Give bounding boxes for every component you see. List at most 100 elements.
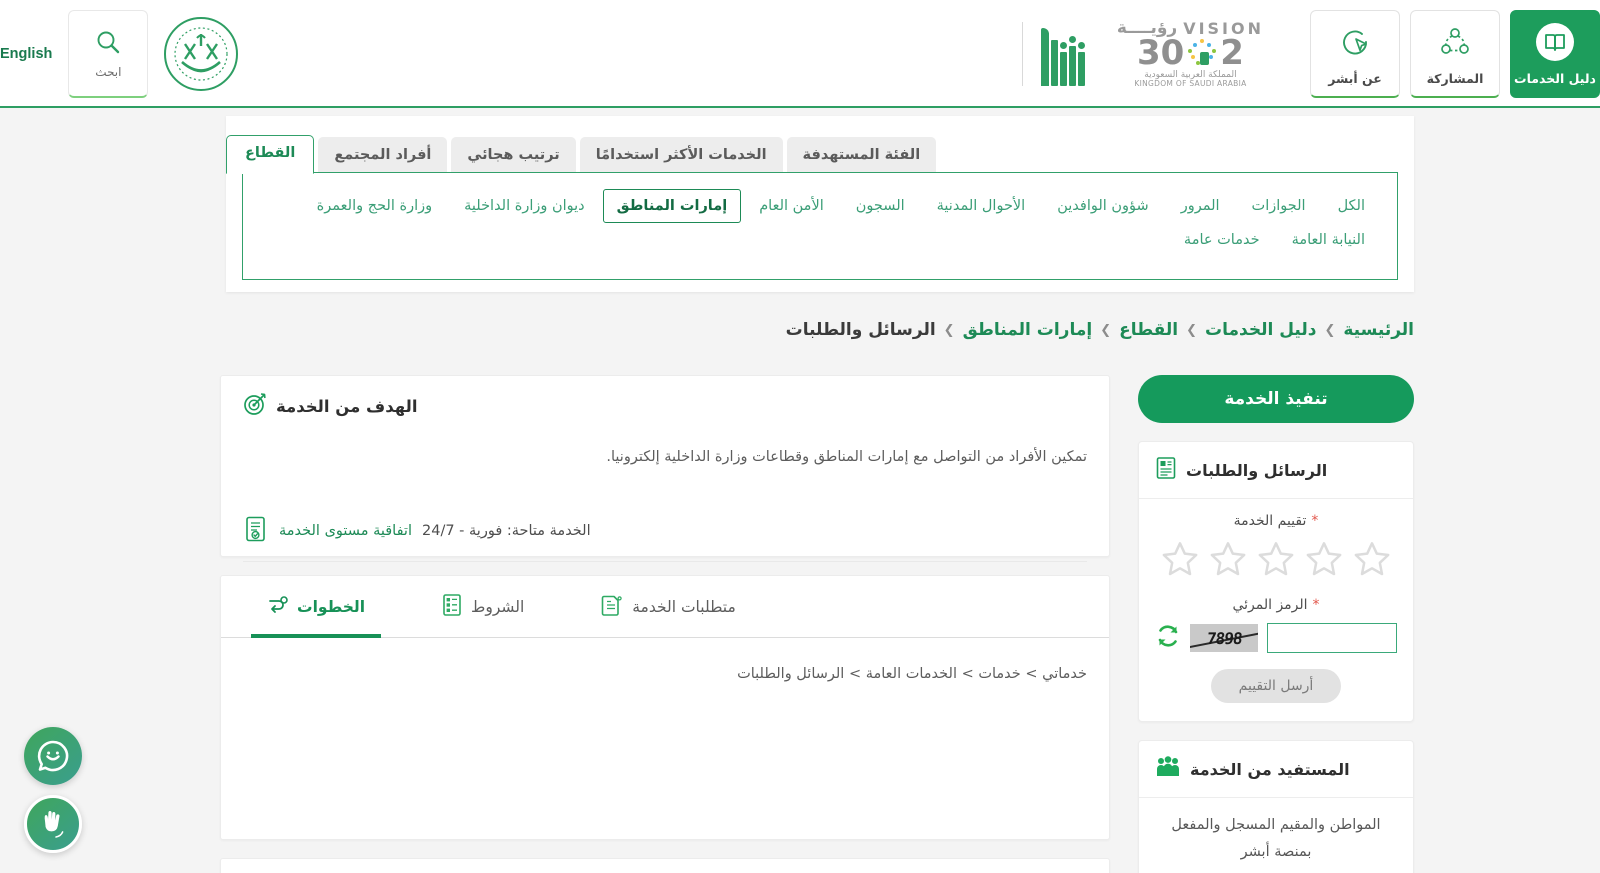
service-filter-panel: القطاع أفراد المجتمع ترتيب هجائي الخدمات… [226,116,1414,292]
sla-title[interactable]: اتفاقية مستوى الخدمة [279,523,412,539]
refresh-icon[interactable] [1155,623,1181,653]
breadcrumb-separator-icon: ❯ [1324,322,1336,338]
service-rating-card-header: الرسائل والطلبات [1139,442,1413,499]
tab-service-requirements[interactable]: متطلبات الخدمة [562,576,774,637]
floating-action-buttons [24,727,82,863]
smiley-chat-icon [37,740,69,772]
service-goal-description: تمكين الأفراد من التواصل مع إمارات المنا… [606,449,1087,465]
nav-button-services-guide[interactable]: دليل الخدمات [1510,10,1600,98]
star-icon-5[interactable] [1351,539,1393,579]
search-icon [97,31,120,53]
page-root: ابحث English دليل الخدمات المشاركة عن أب… [0,0,1600,873]
saudi-arabia-emblem [164,17,239,91]
service-details-tabs-panel: الخطوات الشروط متطلبات الخدمة خدماتي > خ… [220,575,1110,840]
service-goal-panel: الهدف من الخدمة تمكين الأفراد من التواصل… [220,375,1110,563]
breadcrumb-item-current: الرسائل والطلبات [785,320,936,340]
captcha-field-label: الرمز المرئي * [1232,597,1320,613]
breadcrumb-separator-icon: ❯ [943,322,955,338]
service-rating-card-body: تقييم الخدمة * الرمز المرئي * 7898 أرسل … [1139,499,1413,721]
filter-tab-community-members[interactable]: أفراد المجتمع [318,136,448,174]
sector-filter-box: الكل الجوازات المرور شؤون الوافدين الأحو… [242,172,1398,280]
captcha-input[interactable] [1267,623,1397,653]
sector-list-row-1: الكل الجوازات المرور شؤون الوافدين الأحو… [261,189,1379,224]
sector-item-prisons[interactable]: السجون [842,189,919,223]
header-left-group: ابحث English [0,0,420,108]
share-network-icon [1441,27,1469,54]
rating-field-label: تقييم الخدمة * [1233,513,1319,529]
target-icon [243,392,267,420]
chat-bot-button[interactable] [24,727,82,785]
beneficiary-card-title: المستفيد من الخدمة [1190,759,1350,779]
service-steps-path: خدماتي > خدمات > الخدمات العامة > الرسائ… [737,666,1087,682]
header-right-group: دليل الخدمات المشاركة عن أبشر VISION رؤي… [1021,0,1600,108]
header-nav-buttons: دليل الخدمات المشاركة عن أبشر [1310,10,1600,98]
vision-kingdom-english: KINGDOM OF SAUDI ARABIA [1134,79,1247,89]
star-icon-4[interactable] [1303,539,1345,579]
sector-item-regional-emirates[interactable]: إمارات المناطق [602,189,742,224]
nav-button-about-absher[interactable]: عن أبشر [1310,10,1400,98]
sector-item-public-prosecution[interactable]: النيابة العامة [1278,223,1379,257]
sector-item-traffic[interactable]: المرور [1167,189,1234,223]
search-button[interactable]: ابحث [68,10,149,98]
nav-button-participation[interactable]: المشاركة [1410,10,1500,98]
form-document-icon [1155,456,1177,484]
sla-row: اتفاقية مستوى الخدمة الخدمة متاحة: فورية… [243,515,1087,563]
faq-panel[interactable]: الأسئلة الشائعة [220,858,1110,873]
vision-year: 2 30 [1136,33,1244,74]
language-toggle[interactable]: English [0,46,52,62]
tab-steps-label: الخطوات [297,597,366,616]
main-content: الهدف من الخدمة تمكين الأفراد من التواصل… [220,375,1110,873]
filter-tab-most-used[interactable]: الخدمات الأكثر استخدامًا [579,136,783,174]
required-mark: * [1312,597,1320,613]
star-icon-3[interactable] [1255,539,1297,579]
sector-item-expat-affairs[interactable]: شؤون الوافدين [1043,189,1162,223]
beneficiary-card: المستفيد من الخدمة المواطن والمقيم المسج… [1138,740,1414,873]
beneficiary-card-text: المواطن والمقيم المسجل والمفعل بمنصة أبش… [1171,817,1381,860]
tab-panel-steps: خدماتي > خدمات > الخدمات العامة > الرسائ… [221,638,1109,710]
breadcrumb-item-regional-emirates[interactable]: إمارات المناطق [963,320,1093,340]
sector-item-public-security[interactable]: الأمن العام [745,189,838,223]
service-goal-title: الهدف من الخدمة [276,396,418,416]
sector-item-civil-affairs[interactable]: الأحوال المدنية [923,189,1040,223]
breadcrumb-item-home[interactable]: الرئيسية [1343,320,1414,340]
service-rating-card: الرسائل والطلبات تقييم الخدمة * الرمز ال… [1138,441,1414,722]
execute-service-button[interactable]: تنفيذ الخدمة [1138,375,1414,423]
sector-item-hajj-umrah-ministry[interactable]: وزارة الحج والعمرة [303,189,446,223]
captcha-text: 7898 [1205,628,1243,648]
service-goal-header: الهدف من الخدمة [243,392,1087,420]
breadcrumb-item-sector[interactable]: القطاع [1119,320,1178,340]
service-rating-card-title: الرسائل والطلبات [1186,460,1328,480]
vision-2030-logo: VISION رؤيــــة 2 30 المملكة العربية الس… [1099,20,1282,88]
filter-tab-sector[interactable]: القطاع [226,134,315,174]
sector-item-all[interactable]: الكل [1324,189,1379,223]
conditions-list-icon [441,593,463,621]
nav-button-participation-label: المشاركة [1426,70,1484,86]
star-icon-1[interactable] [1159,539,1201,579]
sector-item-interior-ministry-diwan[interactable]: ديوان وزارة الداخلية [450,189,599,223]
hands-icon [44,811,64,838]
tab-steps[interactable]: الخطوات [229,576,403,638]
tab-conditions[interactable]: الشروط [403,576,562,637]
star-icon-2[interactable] [1207,539,1249,579]
about-cursor-icon [1343,30,1367,54]
service-details-tabs: الخطوات الشروط متطلبات الخدمة [221,576,1109,638]
filter-tabs: القطاع أفراد المجتمع ترتيب هجائي الخدمات… [226,130,1414,174]
filter-tab-alphabetical[interactable]: ترتيب هجائي [451,136,576,174]
sla-availability-value: الخدمة متاحة: فورية - 24/7 [422,523,591,540]
breadcrumb-item-services-guide[interactable]: دليل الخدمات [1205,320,1316,340]
nav-button-services-guide-label: دليل الخدمات [1514,70,1596,86]
steps-icon [267,594,289,620]
site-header: ابحث English دليل الخدمات المشاركة عن أب… [0,0,1600,108]
filter-tab-target-category[interactable]: الفئة المستهدفة [786,136,937,174]
vision-burst-icon [1185,36,1219,70]
breadcrumb-separator-icon: ❯ [1100,322,1112,338]
search-button-label: ابحث [95,64,122,79]
tab-service-requirements-label: متطلبات الخدمة [632,597,736,616]
star-rating-control[interactable] [1155,539,1397,579]
sector-item-general-services[interactable]: خدمات عامة [1170,223,1274,257]
sign-language-button[interactable] [24,795,82,853]
submit-rating-button[interactable]: أرسل التقييم [1211,669,1341,703]
absher-logo[interactable] [1021,22,1099,86]
sector-item-passports[interactable]: الجوازات [1238,189,1320,223]
captcha-image: 7898 [1190,624,1258,652]
